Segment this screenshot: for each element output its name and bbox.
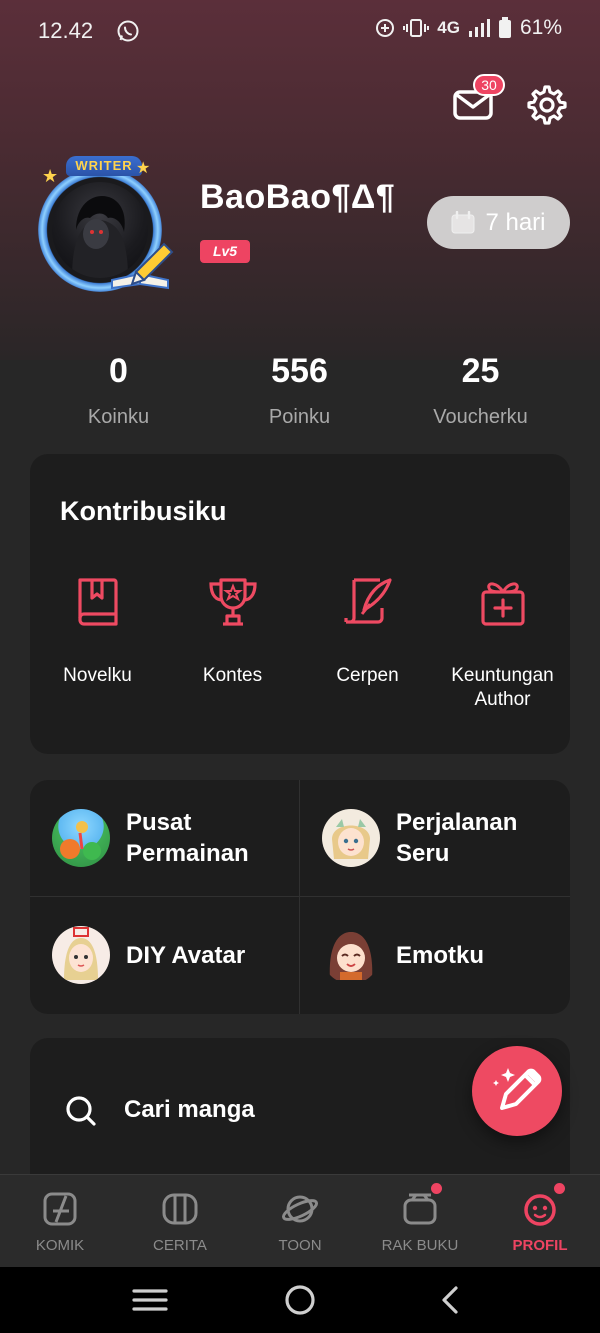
contrib-label: Cerpen bbox=[336, 665, 399, 686]
stat-value: 25 bbox=[461, 352, 500, 390]
write-fab-button[interactable] bbox=[472, 1046, 562, 1136]
bottom-navigation: KOMIK CERITA TOON RAK BUKU PROFIL bbox=[0, 1174, 600, 1267]
stat-label: Poinku bbox=[268, 406, 331, 428]
stats-row: 0 Koinku 556 Poinku 25 Voucherku bbox=[28, 352, 572, 429]
contrib-item-kontes[interactable]: Kontes bbox=[165, 574, 300, 712]
search-icon bbox=[66, 1096, 96, 1126]
trophy-icon bbox=[208, 578, 257, 626]
nav-profil[interactable]: PROFIL bbox=[480, 1175, 600, 1267]
features-card: Pusat Permainan Perjalanan Seru DIY Avat… bbox=[30, 780, 570, 1014]
network-type: 4G bbox=[437, 18, 460, 37]
nav-komik[interactable]: KOMIK bbox=[0, 1175, 120, 1267]
bookshelf-icon bbox=[403, 1193, 437, 1225]
writer-label: WRITER bbox=[66, 156, 142, 176]
notification-dot bbox=[554, 1183, 565, 1194]
contrib-item-keuntungan[interactable]: Keuntungan Author bbox=[435, 574, 570, 712]
contrib-label: Novelku bbox=[63, 665, 132, 686]
feature-diy-avatar[interactable]: DIY Avatar bbox=[30, 897, 299, 1013]
status-time: 12.42 bbox=[38, 18, 94, 43]
feature-label: DIY Avatar bbox=[126, 941, 246, 969]
feature-label: Perjalanan Seru bbox=[396, 809, 518, 867]
checkin-label: 7 hari bbox=[485, 208, 546, 236]
gear-icon[interactable] bbox=[526, 84, 568, 126]
status-bar: 12.42 4G 61% bbox=[0, 0, 600, 62]
quill-icon bbox=[343, 578, 392, 624]
level-badge: Lv5 bbox=[200, 240, 250, 263]
profile-face-icon bbox=[524, 1194, 556, 1226]
system-navigation-bar bbox=[0, 1267, 600, 1333]
pencil-icon bbox=[493, 1068, 542, 1110]
whatsapp-icon bbox=[117, 20, 139, 42]
pen-book-icon bbox=[111, 242, 174, 290]
checkin-button[interactable]: 7 hari bbox=[427, 196, 570, 249]
profile-avatar[interactable]: WRITER ★ ★ bbox=[26, 154, 182, 294]
stat-value: 0 bbox=[109, 352, 128, 390]
search-label: Cari manga bbox=[124, 1096, 255, 1123]
vibrate-icon bbox=[403, 19, 430, 37]
contributions-title: Kontribusiku bbox=[60, 496, 227, 526]
stat-poin[interactable]: 556 Poinku bbox=[209, 352, 390, 429]
nav-label: RAK BUKU bbox=[381, 1237, 459, 1254]
star-icon: ★ bbox=[136, 160, 151, 177]
gift-icon bbox=[480, 582, 525, 626]
signal-icon bbox=[468, 19, 490, 37]
stat-voucher[interactable]: 25 Voucherku bbox=[390, 352, 571, 429]
star-icon: ★ bbox=[42, 166, 59, 186]
contrib-item-cerpen[interactable]: Cerpen bbox=[300, 574, 435, 712]
feature-perjalanan-seru[interactable]: Perjalanan Seru bbox=[300, 780, 569, 896]
back-icon[interactable] bbox=[436, 1284, 464, 1316]
book-icon bbox=[77, 578, 118, 626]
nav-cerita[interactable]: CERITA bbox=[120, 1175, 240, 1267]
notification-dot bbox=[431, 1183, 442, 1194]
emotku-icon bbox=[322, 926, 380, 984]
feature-pusat-permainan[interactable]: Pusat Permainan bbox=[30, 780, 299, 896]
nav-label: PROFIL bbox=[512, 1237, 568, 1254]
nav-label: KOMIK bbox=[35, 1237, 85, 1254]
calendar-icon bbox=[451, 210, 475, 233]
nav-label: TOON bbox=[278, 1237, 322, 1254]
game-center-icon bbox=[52, 809, 110, 867]
stat-value: 556 bbox=[271, 352, 328, 390]
cerita-icon bbox=[162, 1193, 198, 1225]
planet-icon bbox=[281, 1195, 319, 1223]
feature-label: Emotku bbox=[396, 941, 485, 969]
komik-icon bbox=[43, 1192, 77, 1226]
contributions-card: Kontribusiku Novelku Kontes Cerpen Keunt… bbox=[30, 454, 570, 754]
stat-label: Voucherku bbox=[433, 406, 528, 428]
nav-rak-buku[interactable]: RAK BUKU bbox=[360, 1175, 480, 1267]
recents-icon[interactable] bbox=[130, 1284, 170, 1316]
mail-badge: 30 bbox=[473, 74, 505, 96]
battery-icon bbox=[498, 17, 511, 38]
data-saver-icon bbox=[376, 19, 395, 37]
stat-label: Koinku bbox=[87, 406, 150, 428]
home-icon[interactable] bbox=[282, 1284, 318, 1316]
contrib-item-novelku[interactable]: Novelku bbox=[30, 574, 165, 712]
nav-label: CERITA bbox=[153, 1237, 207, 1254]
status-icons: 4G 61% bbox=[375, 16, 562, 40]
stat-koin[interactable]: 0 Koinku bbox=[28, 352, 209, 429]
contrib-label: Kontes bbox=[202, 665, 263, 686]
journey-avatar-icon bbox=[322, 809, 380, 867]
nav-toon[interactable]: TOON bbox=[240, 1175, 360, 1267]
feature-emotku[interactable]: Emotku bbox=[300, 897, 569, 1013]
diy-avatar-icon bbox=[52, 926, 110, 984]
username: BaoBao¶Δ¶ bbox=[200, 178, 396, 216]
contrib-label: Keuntungan Author bbox=[451, 665, 554, 710]
battery-percent: 61% bbox=[519, 16, 562, 39]
feature-label: Pusat Permainan bbox=[126, 809, 249, 867]
